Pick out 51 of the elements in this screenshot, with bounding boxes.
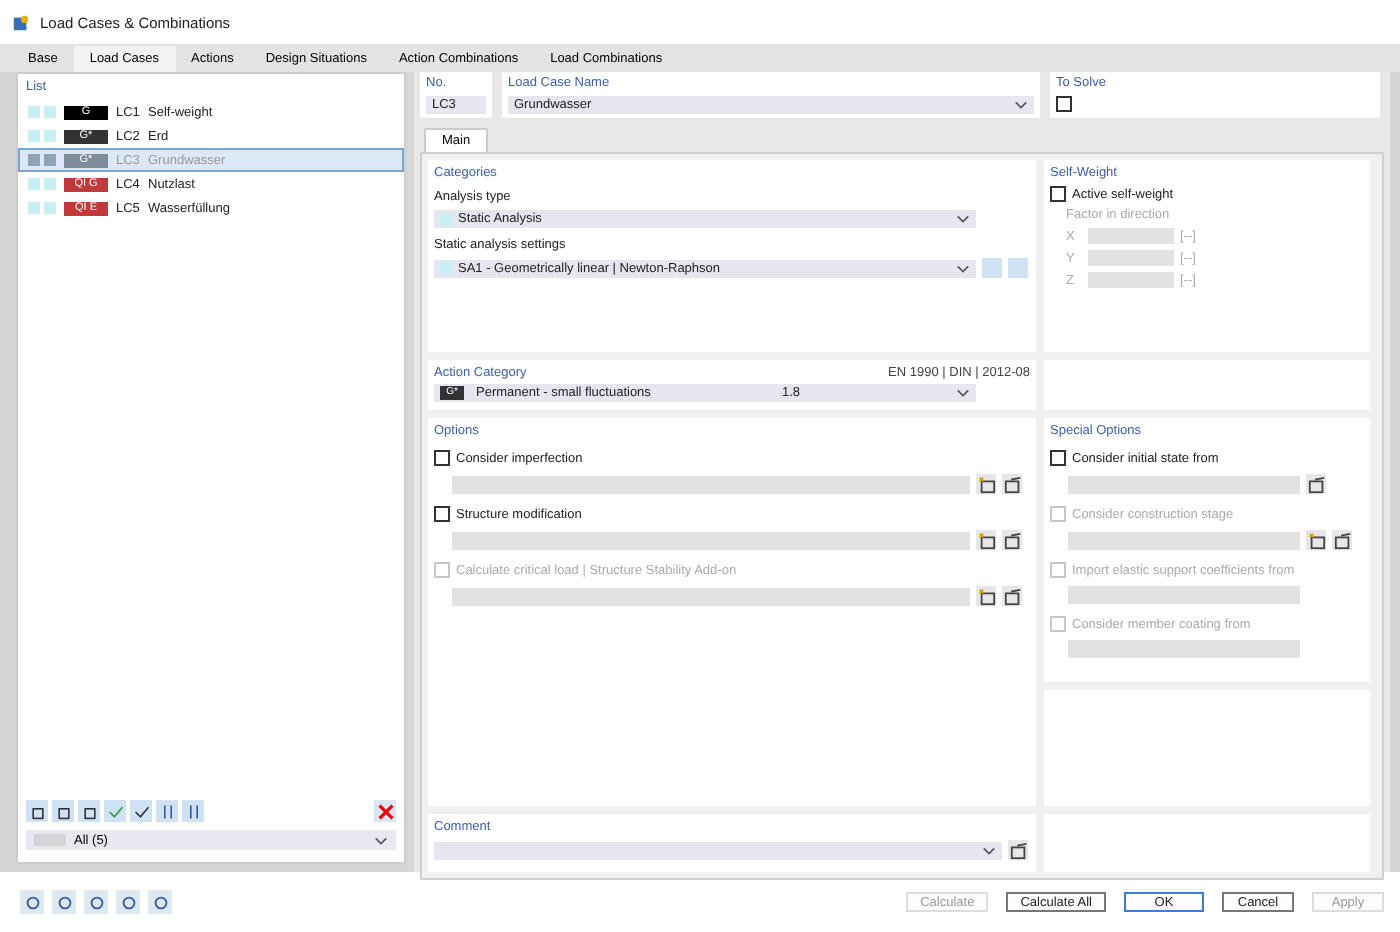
checkbox[interactable] [434, 506, 450, 522]
edit-button[interactable] [1306, 474, 1326, 494]
color-swatch [440, 213, 452, 225]
new-button[interactable] [1306, 530, 1326, 550]
selection-field[interactable] [452, 531, 970, 549]
delete-button[interactable] [374, 800, 396, 822]
selection-field[interactable] [452, 587, 970, 605]
uncheck-button[interactable] [130, 800, 152, 822]
comment-field[interactable] [434, 841, 1002, 859]
selection-field[interactable] [1068, 475, 1300, 493]
edit-button[interactable] [1002, 530, 1022, 550]
checkbox[interactable] [1056, 96, 1072, 112]
check-button[interactable] [104, 800, 126, 822]
new-button[interactable] [976, 474, 996, 494]
status-square [44, 106, 56, 118]
status-square [28, 154, 40, 166]
export-button[interactable] [78, 800, 100, 822]
new-button[interactable] [26, 800, 48, 822]
edit-button[interactable] [1332, 530, 1352, 550]
selection-field[interactable] [1068, 640, 1300, 658]
status-square [44, 202, 56, 214]
columns-icon [159, 803, 175, 819]
chevron-icon [374, 835, 388, 845]
color-swatch [440, 262, 452, 274]
selection-field[interactable] [1068, 586, 1300, 604]
selection-field[interactable] [452, 475, 970, 493]
checkbox[interactable] [1050, 186, 1066, 202]
copy-button[interactable] [52, 800, 74, 822]
status-square [28, 106, 40, 118]
chevron-icon [956, 388, 970, 398]
edit-button[interactable] [1002, 474, 1022, 494]
new-button[interactable] [976, 530, 996, 550]
status-square [28, 130, 40, 142]
search-icon[interactable] [20, 890, 44, 914]
edit-button[interactable] [1008, 840, 1028, 860]
status-square [28, 178, 40, 190]
chevron-icon [956, 263, 970, 273]
status-square [44, 178, 56, 190]
chevron-icon [956, 214, 970, 224]
chevron-icon [982, 845, 996, 855]
status-square [44, 130, 56, 142]
checkbox[interactable] [1050, 450, 1066, 466]
status-square [28, 202, 40, 214]
selection-field[interactable] [1068, 531, 1300, 549]
app-icon [12, 13, 30, 31]
new-button[interactable] [976, 586, 996, 606]
edit-button[interactable] [1002, 586, 1022, 606]
status-square [44, 154, 56, 166]
chevron-icon [1014, 100, 1028, 110]
columns-icon [185, 803, 201, 819]
checkbox[interactable] [434, 450, 450, 466]
